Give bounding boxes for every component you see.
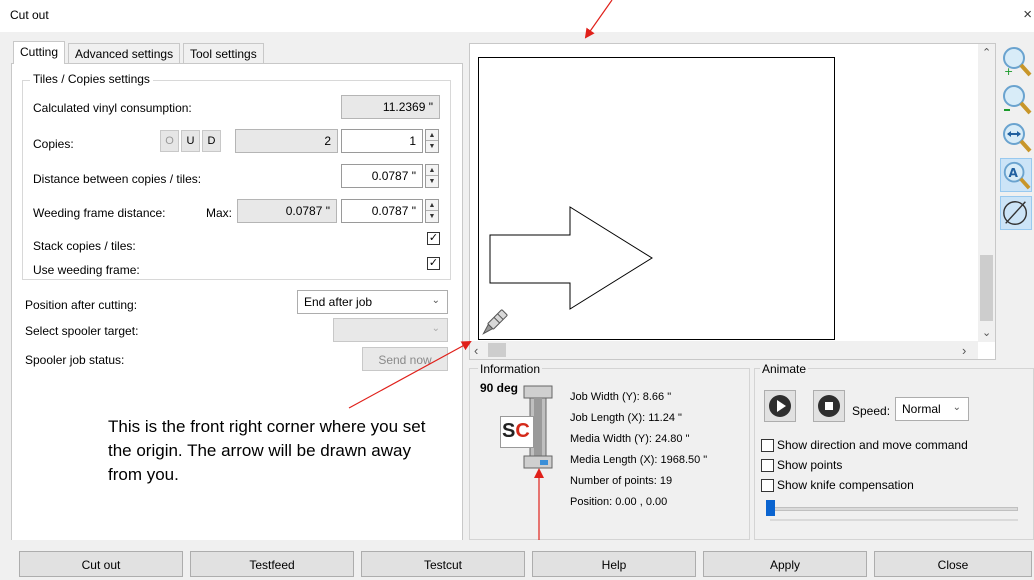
testfeed-button[interactable]: Testfeed [190, 551, 354, 577]
tab-cutting[interactable]: Cutting [13, 41, 66, 64]
annotation-arrows [348, 0, 613, 580]
cut-out-button[interactable]: Cut out [19, 551, 183, 577]
close-button[interactable]: Close [874, 551, 1032, 577]
help-button[interactable]: Help [532, 551, 696, 577]
testcut-button[interactable]: Testcut [361, 551, 525, 577]
apply-button[interactable]: Apply [703, 551, 867, 577]
